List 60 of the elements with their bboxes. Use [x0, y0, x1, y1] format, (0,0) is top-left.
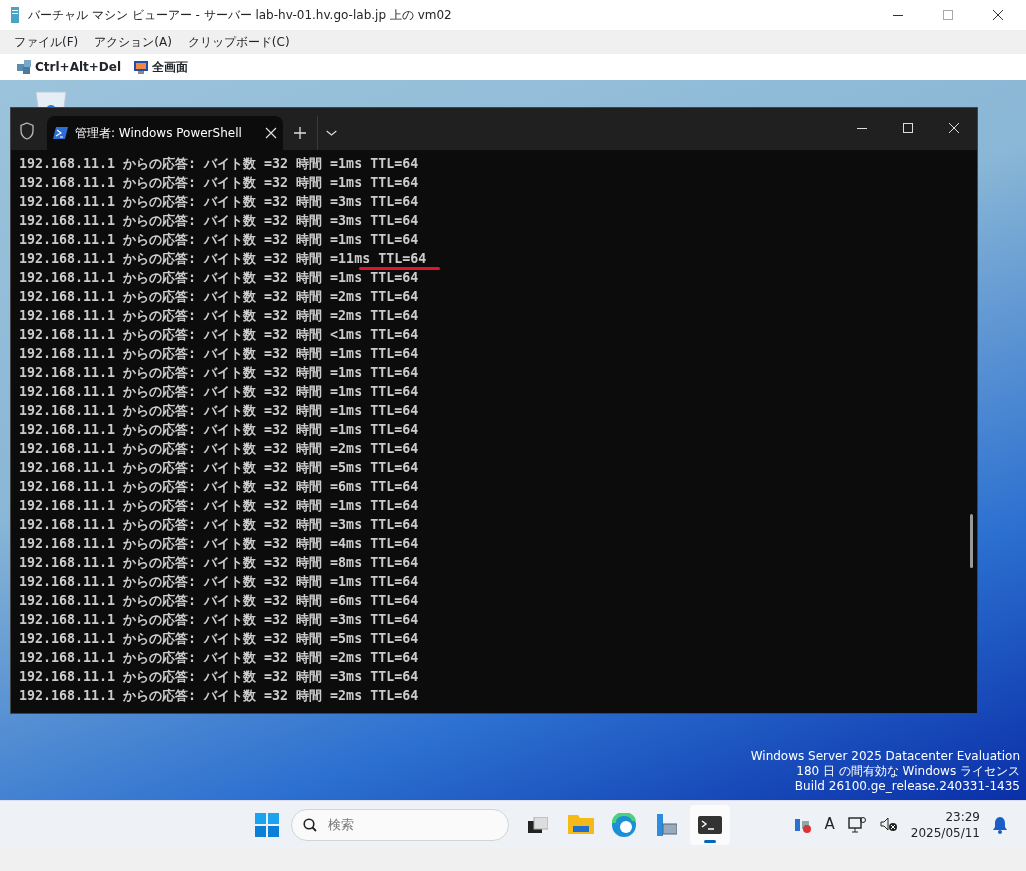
console-line: 192.168.11.1 からの応答: バイト数 =32 時間 =1ms TTL=64: [19, 421, 419, 439]
console-line: 192.168.11.1 からの応答: バイト数 =32 時間 =1ms TTL=64: [19, 345, 419, 363]
menu-item[interactable]: ファイル(F): [8, 33, 85, 51]
powershell-icon: [53, 126, 69, 140]
console-line: 192.168.11.1 からの応答: バイト数 =32 時間 =1ms TTL=64: [19, 497, 419, 515]
notification-bell-icon[interactable]: [992, 815, 1008, 834]
search-icon: [303, 817, 317, 832]
console-line: 192.168.11.1 からの応答: バイト数 =32 時間 =2ms TTL=64: [19, 649, 419, 667]
browser-icon: [612, 812, 636, 837]
console-line: 192.168.11.1 からの応答: バイト数 =32 時間 =3ms TTL=64: [19, 611, 419, 629]
console-line: 192.168.11.1 からの応答: バイト数 =32 時間 =1ms TTL=64: [19, 174, 419, 192]
task-view-icon: [528, 816, 548, 833]
window-title: バーチャル マシン ビューアー - サーバー lab-hv-01.hv.go-lab.jp 上の vm02: [28, 7, 453, 24]
console-line: 192.168.11.1 からの応答: バイト数 =32 時間 =1ms TTL=64: [19, 231, 419, 249]
console-line: 192.168.11.1 からの応答: バイト数 =32 時間 =5ms TTL=64: [19, 459, 419, 477]
monitor-icon: [133, 59, 150, 75]
console-line: 192.168.11.1 からの応答: バイト数 =32 時間 =1ms TTL=64: [19, 155, 419, 173]
terminal-taskbar-button[interactable]: [690, 804, 730, 845]
console-line: 192.168.11.1 からの応答: バイト数 =32 時間 =6ms TTL=64: [19, 592, 419, 610]
console-line: 192.168.11.1 からの応答: バイト数 =32 時間 =6ms TTL=64: [19, 478, 419, 496]
folder-icon: [568, 815, 594, 834]
console-line: 192.168.11.1 からの応答: バイト数 =32 時間 =3ms TTL=64: [19, 212, 419, 230]
console-line: 192.168.11.1 からの応答: バイト数 =32 時間 =5ms TTL=64: [19, 630, 419, 648]
desktop-info-text: Build 26100.ge_release.240331-1435: [793, 779, 1020, 794]
terminal-tab[interactable]: 管理者: Windows PowerShell: [47, 116, 283, 150]
console-line: 192.168.11.1 からの応答: バイト数 =32 時間 =3ms TTL=64: [19, 668, 419, 686]
network-disconnected-icon[interactable]: [846, 814, 867, 835]
console-line: 192.168.11.1 からの応答: バイト数 =32 時間 =3ms TTL=64: [19, 516, 419, 534]
console-line: 192.168.11.1 からの応答: バイト数 =32 時間 =2ms TTL=64: [19, 687, 419, 705]
search-field[interactable]: 検索: [291, 808, 509, 841]
console-line: 192.168.11.1 からの応答: バイト数 =32 時間 =4ms TTL=64: [19, 535, 419, 553]
console-line: 192.168.11.1 からの応答: バイト数 =32 時間 =1ms TTL=64: [19, 402, 419, 420]
vm-app-icon: [10, 6, 20, 24]
console-line: 192.168.11.1 からの応答: バイト数 =32 時間 =1ms TTL=64: [19, 364, 419, 382]
clock-date: 2025/05/11: [910, 824, 980, 841]
toolbar-button[interactable]: Ctrl+Alt+Del: [16, 58, 122, 76]
console-line: 192.168.11.1 からの応答: バイト数 =32 時間 =3ms TTL=64: [19, 193, 419, 211]
console-line: 192.168.11.1 からの応答: バイト数 =32 時間 =11ms TTL=64: [19, 249, 427, 268]
desktop-info-text: Windows Server 2025 Datacenter Evaluation: [750, 749, 1020, 764]
toolbar-button[interactable]: 全画面: [133, 58, 189, 76]
console-line: 192.168.11.1 からの応答: バイト数 =32 時間 =2ms TTL=64: [19, 440, 419, 458]
console-line: 192.168.11.1 からの応答: バイト数 =32 時間 <1ms TTL=64: [19, 326, 419, 344]
console-line: 192.168.11.1 からの応答: バイト数 =32 時間 =2ms TTL=64: [19, 288, 419, 306]
close-icon[interactable]: [265, 127, 277, 139]
console-line: 192.168.11.1 からの応答: バイト数 =32 時間 =1ms TTL=64: [19, 269, 419, 287]
terminal-icon: [698, 815, 722, 834]
clock[interactable]: 23:29 2025/05/11: [910, 808, 980, 841]
shield-icon: [19, 122, 35, 140]
server-manager-icon: [657, 813, 677, 836]
menu-item[interactable]: アクション(A): [88, 33, 178, 51]
scrollbar-thumb[interactable]: [970, 514, 973, 568]
console-line: 192.168.11.1 からの応答: バイト数 =32 時間 =1ms TTL=64: [19, 383, 419, 401]
clock-time: 23:29: [944, 808, 980, 825]
console-line: 192.168.11.1 からの応答: バイト数 =32 時間 =8ms TTL=64: [19, 554, 419, 572]
ime-indicator[interactable]: A: [824, 813, 835, 836]
desktop-info-text: 180 日 の間有効な Windows ライセンス: [795, 764, 1020, 779]
menu-item[interactable]: クリップボード(C): [181, 33, 296, 51]
console-line: 192.168.11.1 からの応答: バイト数 =32 時間 =1ms TTL=64: [19, 573, 419, 591]
keyboard-keys-icon: [16, 59, 32, 75]
console-line: 192.168.11.1 からの応答: バイト数 =32 時間 =2ms TTL=64: [19, 307, 419, 325]
